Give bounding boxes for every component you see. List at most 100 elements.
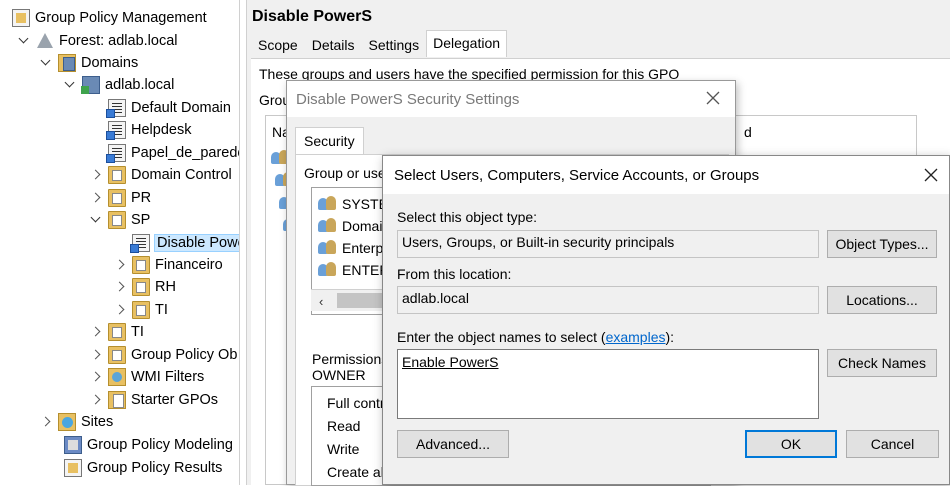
gpo-link-icon	[130, 234, 150, 253]
locations-button[interactable]: Locations...	[827, 286, 937, 314]
tree-item-papel[interactable]: Papel_de_parede	[106, 142, 240, 164]
tree-item-label: TI	[131, 324, 144, 340]
examples-link[interactable]: examples	[606, 329, 666, 345]
list-item[interactable]: Domai	[318, 215, 382, 237]
tab-delegation[interactable]: Delegation	[426, 30, 508, 57]
list-item-label: Enterp	[342, 240, 384, 256]
gpm-icon	[12, 9, 30, 27]
chevron-right-icon[interactable]	[114, 281, 126, 293]
tree-domains-label: Domains	[81, 55, 139, 71]
list-item[interactable]: Enterp	[318, 237, 383, 259]
chevron-left-icon[interactable]: ‹	[319, 294, 329, 309]
chevron-down-icon[interactable]	[90, 214, 102, 226]
tree-item-domain-controllers[interactable]: Domain Control	[90, 164, 232, 186]
permission-row-write: Write	[327, 441, 360, 457]
tree-item-sp[interactable]: SP	[90, 209, 150, 231]
results-icon	[64, 459, 82, 477]
object-type-label: Select this object type:	[397, 209, 538, 225]
tree-item-label: Group Policy Ob	[131, 347, 238, 363]
gpo-link-icon	[106, 144, 126, 163]
tree-sites[interactable]: Sites	[40, 411, 113, 433]
tree-item-ti-sp[interactable]: TI	[114, 299, 168, 321]
tree-item-helpdesk[interactable]: Helpdesk	[106, 119, 192, 141]
object-names-value: Enable PowerS	[402, 354, 499, 370]
permissions-label-line1: Permissions	[312, 351, 389, 367]
chevron-right-icon[interactable]	[40, 416, 52, 428]
chevron-down-icon[interactable]	[40, 57, 52, 69]
object-types-button[interactable]: Object Types...	[827, 230, 937, 258]
gpo-link-icon	[106, 99, 126, 118]
list-item[interactable]: SYSTE	[318, 193, 388, 215]
location-field: adlab.local	[397, 286, 819, 314]
tab-strip: Scope Details Settings Delegation	[251, 30, 508, 58]
cancel-button[interactable]: Cancel	[846, 430, 939, 458]
chevron-right-icon[interactable]	[90, 349, 102, 361]
tree-gp-results[interactable]: Group Policy Results	[64, 457, 222, 479]
chevron-right-icon[interactable]	[114, 304, 126, 316]
close-icon[interactable]	[923, 167, 939, 183]
tree-item-wmi-filters[interactable]: WMI Filters	[90, 366, 204, 388]
group-icon	[318, 262, 338, 278]
tab-scope[interactable]: Scope	[251, 32, 305, 57]
tree-item-label: Domain Control	[131, 167, 232, 183]
tree-root[interactable]: Group Policy Management	[12, 7, 207, 29]
tab-security[interactable]: Security	[295, 127, 364, 155]
tree-item-financeiro[interactable]: Financeiro	[114, 254, 223, 276]
page-title: Disable PowerS	[252, 8, 373, 25]
tree-item-disable-powershell[interactable]: Disable Powe	[130, 232, 239, 254]
tree-item-label: Starter GPOs	[131, 392, 219, 408]
tree-item-label: PR	[131, 190, 152, 206]
list-item[interactable]: ENTER	[318, 259, 389, 281]
tree-gp-modeling[interactable]: Group Policy Modeling	[64, 434, 233, 456]
ou-folder-icon	[108, 211, 126, 229]
tree-domain[interactable]: adlab.local	[64, 74, 174, 96]
tree-item-pr[interactable]: PR	[90, 187, 151, 209]
tab-settings[interactable]: Settings	[362, 32, 427, 57]
ou-folder-icon	[132, 301, 150, 319]
ou-folder-icon	[108, 323, 126, 341]
chevron-right-icon[interactable]	[90, 371, 102, 383]
tree-item-label: WMI Filters	[131, 369, 205, 385]
tree-item-label: Papel_de_parede	[131, 145, 240, 161]
object-names-input[interactable]: Enable PowerS	[397, 349, 819, 419]
check-names-button[interactable]: Check Names	[827, 349, 937, 377]
tree-domains[interactable]: Domains	[40, 52, 138, 74]
advanced-button[interactable]: Advanced...	[397, 430, 509, 458]
tree-item-label: Default Domain	[131, 100, 231, 116]
group-or-user-label: Group or use	[304, 165, 386, 181]
chevron-right-icon[interactable]	[90, 169, 102, 181]
chevron-right-icon[interactable]	[90, 394, 102, 406]
tree-item-rh[interactable]: RH	[114, 276, 176, 298]
tab-details[interactable]: Details	[305, 32, 362, 57]
domains-folder-icon	[58, 54, 76, 72]
tree-item-ti[interactable]: TI	[90, 321, 144, 343]
group-icon	[318, 240, 338, 256]
tree-forest[interactable]: Forest: adlab.local	[18, 30, 177, 52]
group-icon	[318, 196, 338, 212]
wmi-folder-icon	[108, 368, 126, 386]
tree-item-label: Helpdesk	[131, 122, 192, 138]
ou-folder-icon	[132, 278, 150, 296]
gpo-link-icon	[106, 121, 126, 140]
column-header-right[interactable]: d	[744, 124, 752, 140]
security-window-title: Disable PowerS Security Settings	[287, 81, 735, 117]
tree-root-label: Group Policy Management	[35, 10, 207, 26]
object-names-label-end: ):	[665, 329, 675, 345]
close-icon[interactable]	[705, 90, 721, 106]
ok-button[interactable]: OK	[745, 430, 837, 458]
tree-item-gpo-objects[interactable]: Group Policy Ob	[90, 344, 237, 366]
group-icon	[318, 218, 338, 234]
chevron-right-icon[interactable]	[114, 259, 126, 271]
chevron-down-icon[interactable]	[64, 79, 76, 91]
chevron-right-icon[interactable]	[90, 192, 102, 204]
tree-item-starter-gpos[interactable]: Starter GPOs	[90, 389, 218, 411]
object-names-label-text: Enter the object names to select (	[397, 329, 606, 345]
tree-item-label: Financeiro	[155, 257, 223, 273]
chevron-down-icon[interactable]	[18, 35, 30, 47]
tree-item-label: Disable Powe	[154, 234, 239, 252]
tree-modeling-label: Group Policy Modeling	[87, 437, 233, 453]
ou-folder-icon	[108, 166, 126, 184]
tree-item-default-domain[interactable]: Default Domain	[106, 97, 231, 119]
chevron-right-icon[interactable]	[90, 326, 102, 338]
dialog-title: Select Users, Computers, Service Account…	[383, 156, 949, 194]
